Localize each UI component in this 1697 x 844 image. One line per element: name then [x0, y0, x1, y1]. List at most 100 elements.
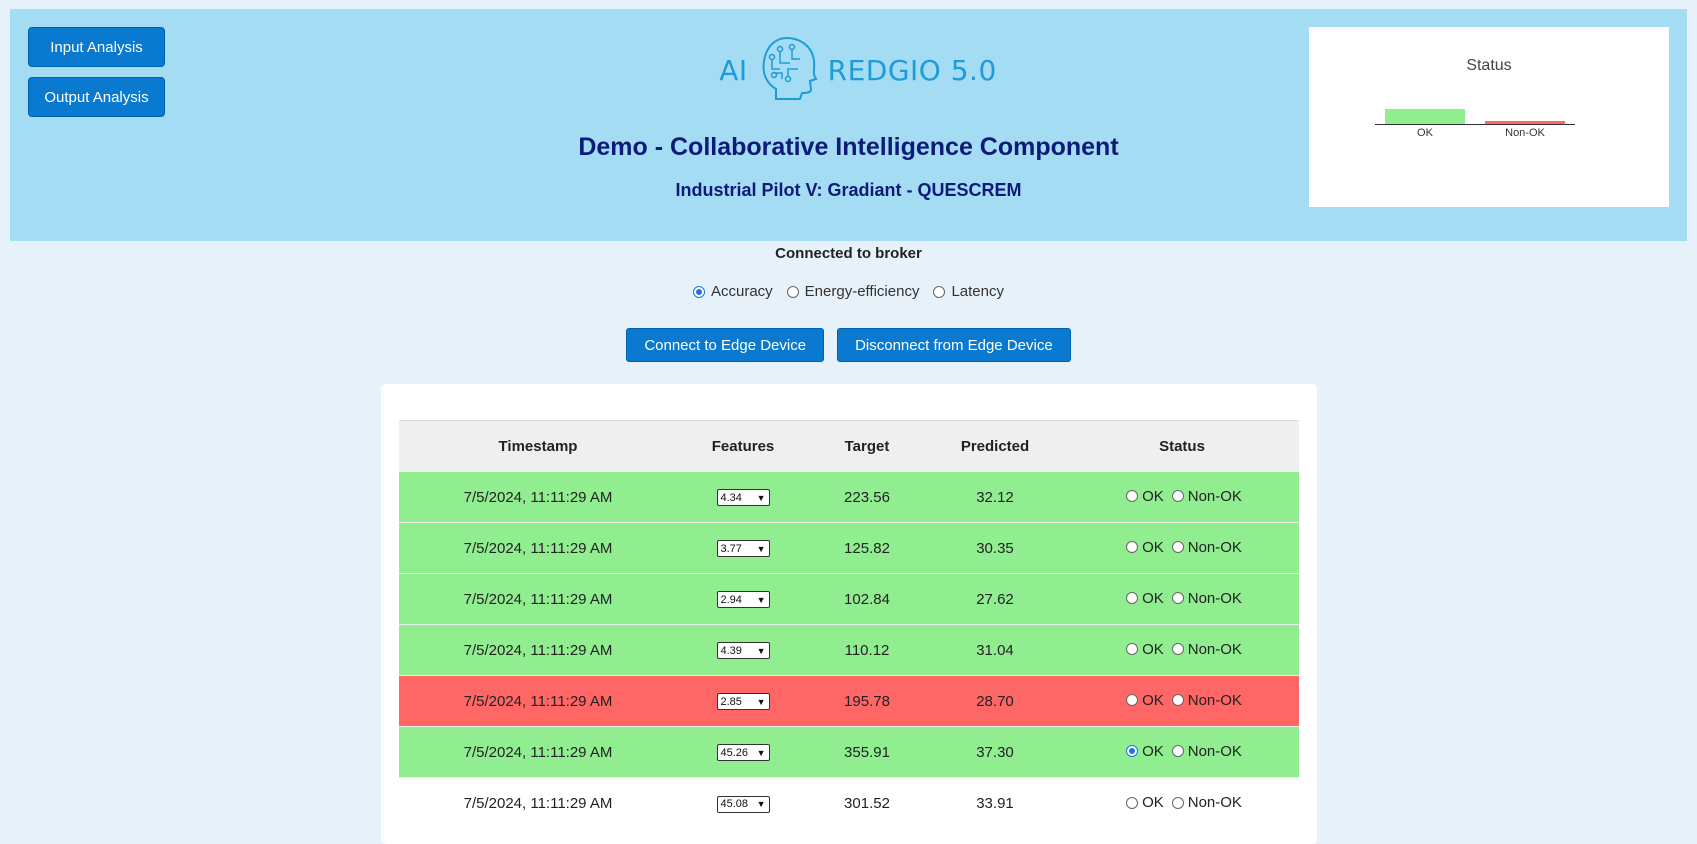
output-analysis-button[interactable]: Output Analysis	[28, 77, 165, 117]
status-ok-radio[interactable]	[1126, 541, 1139, 554]
connection-status: Connected to broker	[775, 245, 922, 262]
cell-features: 3.77 ▼	[677, 522, 809, 574]
cell-features: 45.26 ▼	[677, 726, 809, 778]
status-non-ok-label: Non-OK	[1187, 794, 1242, 811]
header-status: Status	[1065, 420, 1299, 472]
status-chart-bar-non-ok	[1485, 120, 1565, 124]
header-target: Target	[809, 420, 925, 472]
status-non-ok-radio[interactable]	[1171, 694, 1184, 707]
cell-predicted: 32.12	[925, 471, 1065, 523]
cell-target: 110.12	[809, 624, 925, 676]
cell-target: 355.91	[809, 726, 925, 778]
cell-features: 2.94 ▼	[677, 573, 809, 625]
accuracy-radio[interactable]	[692, 285, 705, 298]
cell-status: OK Non-OK	[1065, 726, 1299, 778]
header-features: Features	[677, 420, 809, 472]
features-select[interactable]: 2.94 ▼	[716, 591, 770, 609]
chevron-down-icon: ▼	[756, 696, 766, 707]
features-select[interactable]: 45.08 ▼	[716, 795, 770, 813]
status-chart-bar-ok	[1385, 108, 1465, 124]
status-non-ok-label: Non-OK	[1187, 589, 1242, 607]
cell-timestamp: 7/5/2024, 11:11:29 AM	[399, 522, 677, 574]
status-non-ok-radio[interactable]	[1171, 745, 1184, 758]
status-non-ok-radio[interactable]	[1171, 541, 1184, 554]
table-body: 7/5/2024, 11:11:29 AM 4.34 ▼ 223.56 32.12 OK N…	[399, 471, 1299, 829]
features-select[interactable]: 2.85 ▼	[716, 693, 770, 711]
status-non-ok-label: Non-OK	[1187, 640, 1242, 658]
features-select[interactable]: 45.26 ▼	[716, 744, 770, 762]
metric-option-accuracy[interactable]: Accuracy	[692, 283, 773, 300]
connect-edge-device-button[interactable]: Connect to Edge Device	[626, 328, 825, 362]
status-non-ok-radio[interactable]	[1171, 643, 1184, 656]
cell-timestamp: 7/5/2024, 11:11:29 AM	[399, 573, 677, 625]
status-ok-radio[interactable]	[1126, 490, 1139, 503]
cell-features: 2.85 ▼	[677, 675, 809, 727]
cell-features: 45.08 ▼	[677, 777, 809, 829]
table-row: 7/5/2024, 11:11:29 AM 45.08 ▼ 301.52 33.91 OK…	[399, 777, 1299, 829]
features-select[interactable]: 4.34 ▼	[716, 489, 770, 507]
status-non-ok-label: Non-OK	[1187, 487, 1242, 505]
cell-status: OK Non-OK	[1065, 573, 1299, 625]
status-ok-label: OK	[1142, 538, 1164, 556]
status-ok-label: OK	[1142, 691, 1164, 709]
cell-predicted: 30.35	[925, 522, 1065, 574]
table-row: 7/5/2024, 11:11:29 AM 2.85 ▼ 195.78 28.70 OK N…	[399, 675, 1299, 727]
cell-target: 125.82	[809, 522, 925, 574]
cell-predicted: 31.04	[925, 624, 1065, 676]
features-select-value: 45.08	[720, 798, 749, 810]
chevron-down-icon: ▼	[756, 645, 766, 656]
status-non-ok-label: Non-OK	[1187, 691, 1242, 709]
features-select[interactable]: 4.39 ▼	[716, 642, 770, 660]
logo-text-left: AI	[719, 53, 748, 87]
metric-option-energy-efficiency[interactable]: Energy-efficiency	[786, 283, 920, 300]
cell-timestamp: 7/5/2024, 11:11:29 AM	[399, 777, 677, 829]
features-select-value: 45.26	[720, 746, 749, 759]
cell-features: 4.34 ▼	[677, 471, 809, 523]
cell-status: OK Non-OK	[1065, 522, 1299, 574]
logo-text-right: REDGIO 5.0	[827, 53, 997, 87]
status-ok-radio[interactable]	[1126, 796, 1139, 809]
status-non-ok-radio[interactable]	[1171, 592, 1184, 605]
energy-efficiency-radio[interactable]	[786, 285, 799, 298]
header-timestamp: Timestamp	[399, 420, 677, 472]
status-ok-radio[interactable]	[1126, 694, 1139, 707]
status-ok-radio[interactable]	[1126, 592, 1139, 605]
status-ok-radio[interactable]	[1126, 643, 1139, 656]
status-non-ok-label: Non-OK	[1187, 538, 1242, 556]
table-row: 7/5/2024, 11:11:29 AM 4.34 ▼ 223.56 32.12 OK N…	[399, 471, 1299, 523]
table-row: 7/5/2024, 11:11:29 AM 2.94 ▼ 102.84 27.62 OK N…	[399, 573, 1299, 625]
cell-target: 102.84	[809, 573, 925, 625]
status-non-ok-radio[interactable]	[1171, 490, 1184, 503]
disconnect-edge-device-button[interactable]: Disconnect from Edge Device	[837, 328, 1071, 362]
cell-predicted: 37.30	[925, 726, 1065, 778]
chevron-down-icon: ▼	[756, 799, 766, 809]
cell-target: 301.52	[809, 777, 925, 829]
cell-predicted: 28.70	[925, 675, 1065, 727]
features-select[interactable]: 3.77 ▼	[716, 540, 770, 558]
cell-target: 195.78	[809, 675, 925, 727]
table-header-row: Timestamp Features Target Predicted Stat…	[399, 420, 1299, 472]
status-ok-label: OK	[1142, 742, 1164, 760]
results-table: Timestamp Features Target Predicted Stat…	[399, 420, 1299, 829]
chevron-down-icon: ▼	[756, 594, 766, 605]
energy-efficiency-label: Energy-efficiency	[804, 283, 920, 300]
features-select-value: 4.34	[720, 491, 742, 504]
cell-timestamp: 7/5/2024, 11:11:29 AM	[399, 471, 677, 523]
header-predicted: Predicted	[925, 420, 1065, 472]
status-non-ok-radio[interactable]	[1171, 796, 1184, 809]
edge-device-actions: Connect to Edge Device Disconnect from E…	[0, 328, 1697, 362]
input-analysis-button[interactable]: Input Analysis	[28, 27, 165, 67]
features-select-value: 4.39	[720, 644, 742, 657]
table-row: 7/5/2024, 11:11:29 AM 4.39 ▼ 110.12 31.04 OK N…	[399, 624, 1299, 676]
status-ok-label: OK	[1142, 487, 1164, 505]
table-row: 7/5/2024, 11:11:29 AM 45.26 ▼ 355.91 37.30 OK…	[399, 726, 1299, 778]
cell-target: 223.56	[809, 471, 925, 523]
page-subtitle: Industrial Pilot V: Gradiant - QUESCREM	[675, 180, 1022, 200]
metric-option-latency[interactable]: Latency	[933, 283, 1004, 300]
cell-status: OK Non-OK	[1065, 471, 1299, 523]
chevron-down-icon: ▼	[756, 747, 766, 758]
latency-radio[interactable]	[933, 285, 946, 298]
status-ok-radio[interactable]	[1126, 745, 1139, 758]
features-select-value: 2.94	[720, 593, 742, 606]
chevron-down-icon: ▼	[756, 543, 766, 554]
